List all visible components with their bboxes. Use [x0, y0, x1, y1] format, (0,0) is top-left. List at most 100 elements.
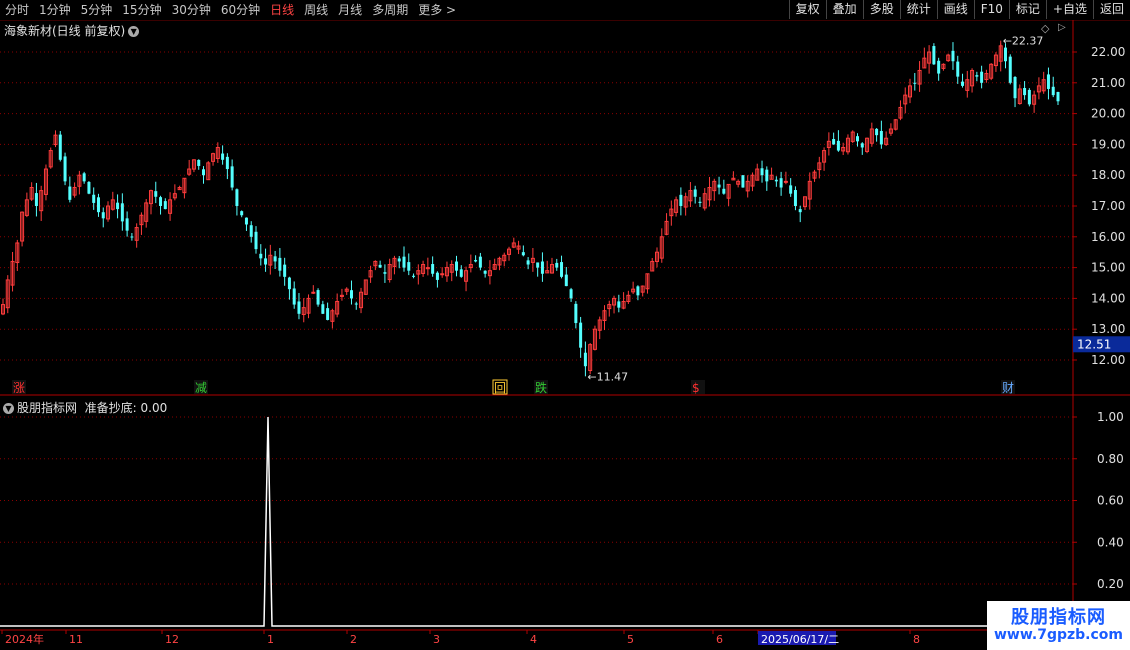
period-tab-0[interactable]: 分时 [0, 0, 34, 20]
candle-body [574, 303, 578, 324]
event-marker: 回 [494, 381, 506, 395]
candle-body [378, 264, 382, 268]
expand-right-icon[interactable]: ▷ [1058, 22, 1066, 33]
candle-body [273, 256, 277, 262]
candle-body [492, 264, 497, 270]
period-tab-7[interactable]: 周线 [299, 0, 333, 20]
y-tick-label: 21.00 [1091, 76, 1125, 90]
event-marker-bg [534, 380, 548, 394]
candle-body [850, 131, 855, 142]
candle-body [688, 190, 693, 202]
diamond-icon[interactable]: ◇ [1041, 22, 1049, 35]
candle-body [363, 279, 368, 295]
y-tick-label: 16.00 [1091, 230, 1125, 244]
toolbar-button-7[interactable]: +自选 [1045, 0, 1093, 19]
period-tab-1[interactable]: 1分钟 [34, 0, 76, 20]
candle-body [215, 146, 220, 159]
period-tab-5[interactable]: 60分钟 [216, 0, 265, 20]
candle-body [645, 273, 650, 290]
toolbar-button-5[interactable]: F10 [973, 0, 1009, 19]
candle-body [29, 187, 34, 200]
candle-body [264, 258, 268, 265]
candle-body [717, 184, 721, 188]
toolbar-button-4[interactable]: 画线 [936, 0, 974, 19]
candle-body [259, 253, 263, 259]
x-axis-label: 11 [69, 633, 83, 646]
stock-title: 海象新材(日线 前复权) [4, 24, 126, 38]
candle-body [187, 168, 192, 175]
candle-body [822, 150, 827, 163]
toolbar-button-3[interactable]: 统计 [899, 0, 937, 19]
candle-body [354, 303, 358, 305]
current-price-label: 12.51 [1077, 337, 1111, 351]
candle-body [769, 174, 774, 180]
candle-body [335, 300, 340, 315]
candle-body [807, 180, 812, 200]
candle-body [937, 60, 941, 74]
candle-body [306, 297, 311, 314]
candle-body [1032, 94, 1037, 105]
toolbar-button-6[interactable]: 标记 [1008, 0, 1046, 19]
candle-body [951, 50, 955, 62]
candle-body [722, 188, 726, 194]
period-tab-2[interactable]: 5分钟 [76, 0, 118, 20]
toolbar-button-2[interactable]: 多股 [862, 0, 900, 19]
toolbar-button-8[interactable]: 返回 [1092, 0, 1130, 19]
chevron-down-icon[interactable]: ▼ [128, 26, 140, 37]
candle-body [908, 85, 913, 98]
candle-body [875, 128, 879, 136]
indicator-title[interactable]: ▼ 股朋指标网 准备抄底: 0.00 [3, 399, 167, 416]
toolbar-button-1[interactable]: 叠加 [825, 0, 863, 19]
low-price-label: ←11.47 [587, 370, 628, 383]
candle-body [101, 212, 105, 219]
candle-body [154, 191, 158, 197]
candle-body [402, 256, 406, 268]
toolbar-button-0[interactable]: 复权 [788, 0, 826, 19]
candle-body [182, 177, 187, 194]
event-marker-bg [492, 379, 508, 395]
event-marker: 涨 [13, 380, 25, 395]
candle-body [1046, 74, 1050, 89]
candle-body [736, 180, 741, 185]
candle-body [43, 168, 48, 195]
y-tick-label: 18.00 [1091, 168, 1125, 182]
candle-body [139, 214, 144, 226]
event-marker-bg [194, 380, 208, 394]
candle-body [745, 180, 750, 192]
candle-body [560, 262, 564, 277]
candle-body [206, 162, 211, 181]
candle-body [789, 185, 793, 194]
candle-body [283, 264, 287, 277]
candle-body [555, 262, 559, 268]
candle-body [483, 270, 487, 274]
main-chart-title[interactable]: 海象新材(日线 前复权) ▼ [4, 22, 140, 39]
candle-body [961, 81, 965, 86]
period-tab-3[interactable]: 15分钟 [117, 0, 166, 20]
candle-body [440, 273, 445, 276]
y-tick-label: 22.00 [1091, 45, 1125, 59]
indicator-value: 准备抄底: 0.00 [84, 401, 168, 415]
chevron-down-icon[interactable]: ▼ [3, 403, 14, 414]
candle-body [698, 201, 702, 203]
candle-body [10, 260, 15, 286]
candle-body [888, 128, 893, 134]
candle-body [244, 217, 248, 225]
x-axis-label: 5 [627, 633, 634, 646]
period-tab-9[interactable]: 多周期 [367, 0, 413, 20]
candle-body [750, 174, 755, 187]
y-tick-label: 15.00 [1091, 261, 1125, 275]
x-axis-label: 1 [267, 633, 274, 646]
period-tab-8[interactable]: 月线 [333, 0, 367, 20]
candle-body [34, 193, 38, 206]
cursor-date-badge [758, 631, 836, 645]
period-tab-4[interactable]: 30分钟 [167, 0, 216, 20]
period-tab-6[interactable]: 日线 [265, 0, 299, 20]
candle-body [1051, 86, 1055, 96]
candle-body [416, 270, 421, 275]
candle-body [841, 146, 846, 152]
candle-body [826, 140, 831, 148]
candle-body [774, 179, 778, 182]
candle-body [941, 63, 946, 69]
candle-body [301, 307, 306, 315]
period-tab-10[interactable]: 更多 > [413, 0, 461, 20]
